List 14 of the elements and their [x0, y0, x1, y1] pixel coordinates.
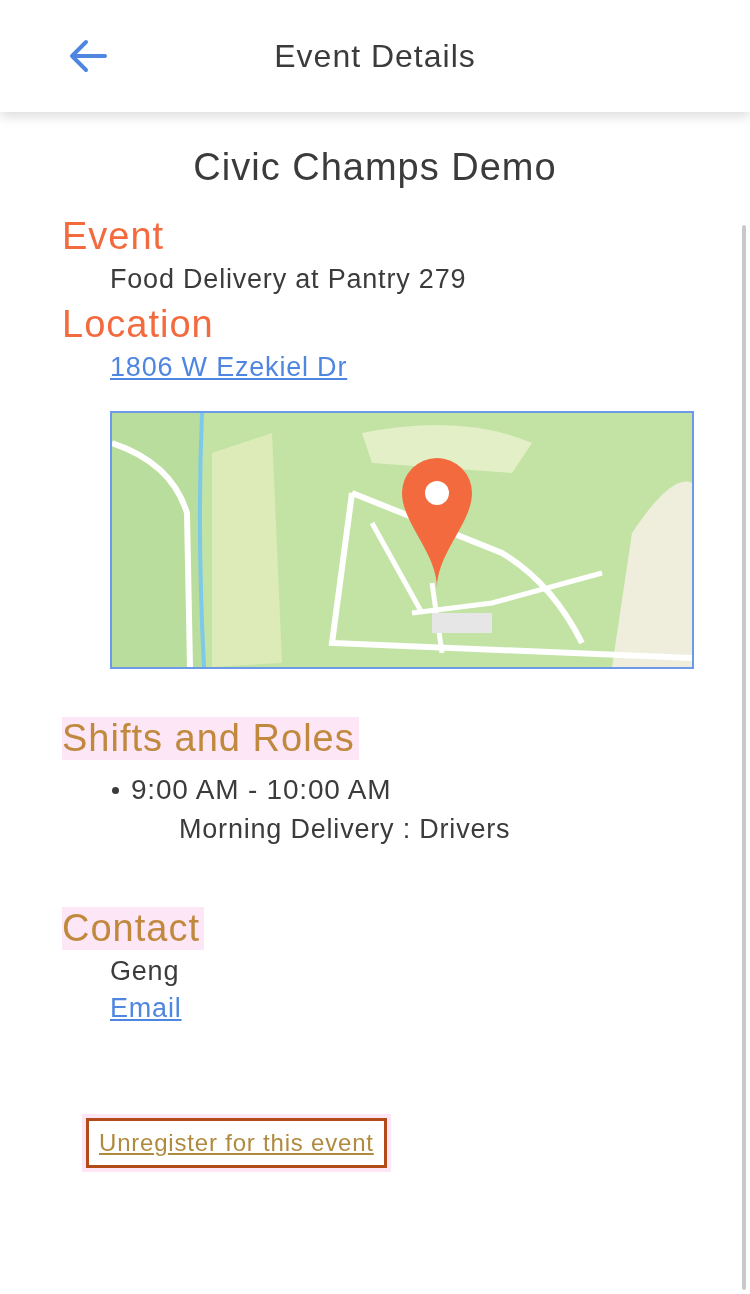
detail-text: Food Delivery at Pantry 279 [110, 264, 468, 295]
header-title: Event Details [274, 37, 476, 75]
email-link[interactable]: Email [110, 993, 182, 1024]
section-heading: Contact [62, 907, 204, 950]
bullet-icon [112, 786, 119, 794]
back-arrow-icon [68, 38, 108, 74]
event-title: Civic Champs Demo [192, 146, 558, 189]
shift-time: 9:00 AM - 10:00 AM [131, 774, 392, 806]
section-heading: Shifts and Roles [62, 717, 359, 760]
contact-name: Geng [110, 956, 181, 987]
shift-role: Morning Delivery : Drivers [179, 814, 512, 845]
section-heading: Location [62, 303, 214, 346]
section-heading: Event [62, 215, 165, 258]
address-link[interactable]: 1806 W Ezekiel Dr [110, 352, 348, 383]
